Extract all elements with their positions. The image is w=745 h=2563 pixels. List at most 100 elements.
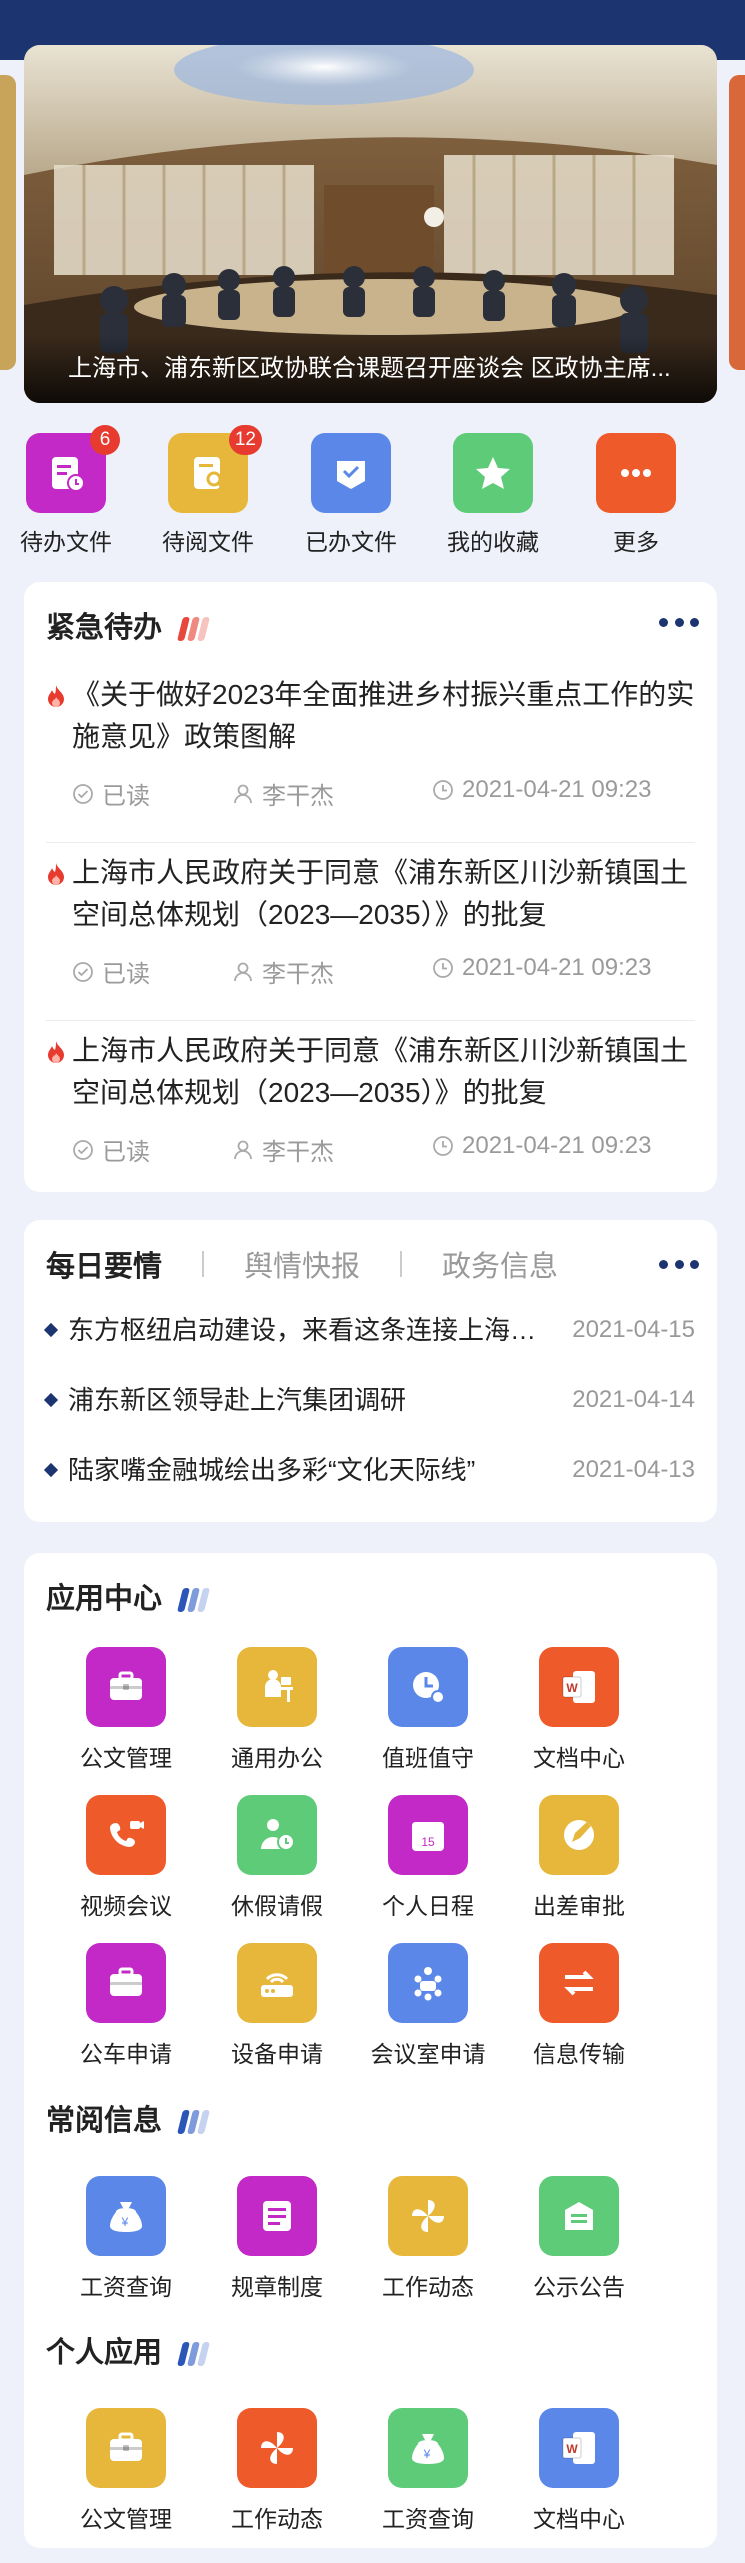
app-label: 公文管理 [80,1745,172,1771]
car-case-icon [110,1967,142,1996]
app-icon-box [237,1647,317,1727]
quick-action-2[interactable]: 已办文件 [291,433,411,557]
video-call-icon [110,1821,144,1847]
word-doc-icon: W [562,1671,595,1703]
app-tile[interactable]: 休假请假 [202,1795,352,1921]
app-label: 公示公告 [533,2274,625,2300]
news-title: 浦东新区领导赴上汽集团调研 [68,1385,407,1415]
salary-bag-icon: ¥ [110,2202,142,2232]
app-tile[interactable]: 公示公告 [504,2176,654,2302]
carousel-next-card[interactable] [729,75,745,370]
app-tile[interactable]: 通用办公 [202,1647,352,1773]
app-icon-box [539,2176,619,2256]
tab-government-info[interactable]: 政务信息 [442,1243,558,1285]
app-label: 视频会议 [80,1893,172,1919]
app-tile[interactable]: 设备申请 [202,1943,352,2069]
office-desk-icon [265,1670,293,1702]
news-title: 东方枢纽启动建设，来看这条连接上海东西的交通大动脉 [68,1315,538,1345]
news-more-icon[interactable] [659,1260,699,1270]
meeting-room-icon [414,1967,442,2001]
fire-icon [48,1041,64,1063]
app-icon-box [388,1943,468,2023]
app-icon-box [237,1943,317,2023]
app-tile[interactable]: 信息传输 [504,1943,654,2069]
quick-action-1[interactable]: 12 待阅文件 [148,425,268,557]
urgent-item-title: 上海市人民政府关于同意《浦东新区川沙新镇国土空间总体规划（2023—2035）》… [72,857,689,930]
approve-pen-icon [564,1820,594,1850]
app-tile[interactable]: 15 个人日程 [353,1795,503,1921]
app-label: 文档中心 [533,1745,625,1771]
briefcase-icon [110,1671,142,1700]
app-center-title: 应用中心 [46,1583,163,1615]
app-label: 工作动态 [382,2274,474,2300]
app-tile[interactable]: 视频会议 [51,1795,201,1921]
svg-text:W: W [566,2442,578,2456]
app-label: 信息传输 [533,2041,625,2067]
app-tile[interactable]: ¥ 工资查询 [353,2408,503,2534]
app-tile[interactable]: 规章制度 [202,2176,352,2302]
news-item[interactable]: 东方枢纽启动建设，来看这条连接上海东西的交通大动脉 2021-04-15 [43,1312,695,1348]
app-icon-box [237,1795,317,1875]
sender-name: 李干杰 [262,783,334,810]
news-item[interactable]: 陆家嘴金融城绘出多彩“文化天际线” 2021-04-13 [43,1452,695,1488]
carousel-prev-card[interactable] [0,75,16,370]
urgent-item-meta: 已读 李干杰 2021-04-21 09:23 [72,776,695,810]
news-title: 陆家嘴金融城绘出多彩“文化天际线” [68,1455,476,1485]
app-icon-box [86,1795,166,1875]
app-icon-box [86,1647,166,1727]
app-tile[interactable]: 会议室申请 [353,1943,503,2069]
app-label: 出差审批 [533,1893,625,1919]
app-icon-box [86,2408,166,2488]
stripes-decoration-icon [177,2342,211,2367]
app-label: 设备申请 [231,2041,323,2067]
urgent-more-icon[interactable] [659,618,699,628]
app-icon-box: W [539,2408,619,2488]
app-tile[interactable]: ¥ 工资查询 [51,2176,201,2302]
app-tile[interactable]: 公车申请 [51,1943,201,2069]
news-item[interactable]: 浦东新区领导赴上汽集团调研 2021-04-14 [43,1382,695,1418]
quick-action-icon-box: 6 [26,425,120,513]
svg-text:W: W [566,1681,578,1695]
diamond-bullet-icon [43,1322,59,1338]
app-tile[interactable]: 出差审批 [504,1795,654,1921]
app-tile[interactable]: 公文管理 [51,1647,201,1773]
quick-action-4[interactable]: 更多 [576,433,696,557]
urgent-item[interactable]: 上海市人民政府关于同意《浦东新区川沙新镇国土空间总体规划（2023—2035）》… [46,852,695,1002]
app-tile[interactable]: 工作动态 [353,2176,503,2302]
app-tile[interactable]: 公文管理 [51,2408,201,2534]
app-icon-box [388,1647,468,1727]
pending-doc-icon [52,457,85,492]
unread-badge: 6 [90,425,120,455]
news-banner[interactable]: 上海市、浦东新区政协联合课题召开座谈会 区政协主席... [24,45,717,403]
app-tile[interactable]: W 文档中心 [504,1647,654,1773]
diamond-bullet-icon [43,1392,59,1408]
quick-action-3[interactable]: 我的收藏 [433,433,553,557]
app-icon-box [237,2408,317,2488]
calendar-icon: 15 [412,1822,444,1851]
urgent-item[interactable]: 《关于做好2023年全面推进乡村振兴重点工作的实施意见》政策图解 已读 李干杰 … [46,674,695,824]
app-tile[interactable]: W 文档中心 [504,2408,654,2534]
app-tile[interactable]: 值班值守 [353,1647,503,1773]
app-tile[interactable]: 工作动态 [202,2408,352,2534]
tab-daily[interactable]: 每日要情 [46,1243,162,1285]
person-icon [234,784,252,803]
quick-action-label: 我的收藏 [447,529,539,555]
news-card: 每日要情 舆情快报 政务信息 东方枢纽启动建设，来看这条连接上海东西的交通大动脉… [24,1220,717,1522]
more-icon [621,469,651,477]
clock-icon [433,780,453,800]
timestamp: 2021-04-21 09:23 [462,1132,652,1159]
news-date: 2021-04-14 [572,1386,695,1413]
clock-icon [433,1136,453,1156]
app-label: 工作动态 [231,2506,323,2532]
tab-public-opinion[interactable]: 舆情快报 [244,1243,360,1285]
frequent-title: 常阅信息 [46,2105,163,2137]
quick-action-0[interactable]: 6 待办文件 [6,425,126,557]
app-label: 公文管理 [80,2506,172,2532]
pinwheel-icon [261,2432,293,2464]
urgent-item[interactable]: 上海市人民政府关于同意《浦东新区川沙新镇国土空间总体规划（2023—2035）》… [46,1030,695,1180]
sender-name: 李干杰 [262,961,334,988]
pinwheel-icon [412,2200,444,2232]
app-icon-box [539,1795,619,1875]
news-date: 2021-04-15 [572,1316,695,1343]
app-icon-box [237,2176,317,2256]
